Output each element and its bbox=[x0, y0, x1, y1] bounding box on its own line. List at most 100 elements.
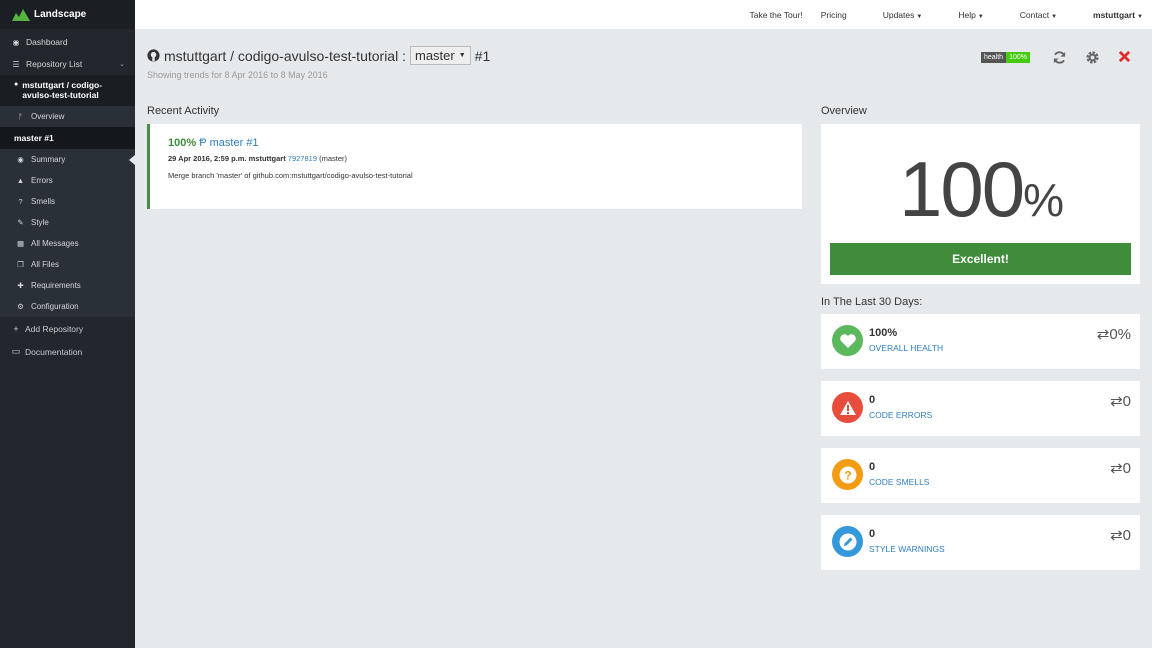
stat-delta: ⇄0% bbox=[1097, 325, 1131, 343]
nav-help[interactable]: Help ▼ bbox=[940, 10, 983, 20]
nav-help-label: Help bbox=[958, 9, 976, 20]
nav-updates-label: Updates bbox=[882, 9, 915, 20]
pencil-icon: ✎ bbox=[17, 218, 24, 227]
cogs-icon: ⚙ bbox=[17, 302, 24, 311]
activity-health: 100% bbox=[168, 137, 197, 149]
refresh-button[interactable] bbox=[1052, 50, 1067, 69]
sidebar-item-label: All Messages bbox=[31, 239, 79, 248]
sidebar-item-label: Errors bbox=[31, 176, 53, 185]
stat-label[interactable]: STYLE WARNINGS bbox=[869, 544, 945, 554]
sidebar-repo[interactable]: ● mstuttgart / codigo-avulso-test-tutori… bbox=[0, 75, 135, 106]
chevron-down-icon: ▼ bbox=[1137, 13, 1143, 20]
pencil-shape bbox=[839, 533, 856, 550]
stat-value: 0 bbox=[869, 461, 876, 473]
nav-pricing[interactable]: Pricing bbox=[821, 10, 847, 20]
branch-icon: ᚠ bbox=[18, 112, 23, 121]
chevron-down-icon: ⌄ bbox=[119, 61, 125, 68]
sidebar-repo-name: mstuttgart / codigo-avulso-test-tutorial bbox=[22, 80, 103, 100]
sidebar-item-label: Overview bbox=[31, 112, 65, 121]
sidebar-item-master[interactable]: master #1 bbox=[0, 127, 135, 149]
sidebar: Landscape ◉ Dashboard ☰ Repository List ⌄… bbox=[0, 0, 135, 648]
table-icon: ▦ bbox=[16, 239, 25, 248]
health-badge[interactable]: health 100% bbox=[981, 52, 1030, 63]
sidebar-item-documentation[interactable]: ▭ Documentation bbox=[0, 340, 135, 363]
sidebar-item-overview[interactable]: ᚠ Overview bbox=[0, 106, 135, 127]
nav-updates[interactable]: Updates ▼ bbox=[865, 10, 923, 20]
stat-delta-value: 0 bbox=[1122, 393, 1131, 410]
pencil-icon bbox=[832, 526, 863, 557]
nav-contact[interactable]: Contact ▼ bbox=[1002, 10, 1057, 20]
stat-delta-value: 0% bbox=[1109, 326, 1131, 343]
sidebar-item-errors[interactable]: ▲ Errors bbox=[0, 170, 135, 191]
activity-item: 100% Ᵽ master #1 29 Apr 2016, 2:59 p.m. … bbox=[147, 124, 802, 209]
nav-user-label: mstuttgart bbox=[1093, 9, 1136, 20]
files-icon: ❐ bbox=[17, 260, 24, 269]
activity-date: 29 Apr 2016, 2:59 p.m. bbox=[168, 154, 247, 163]
refresh-icon bbox=[1053, 51, 1066, 64]
sidebar-item-requirements[interactable]: ✚ Requirements bbox=[0, 275, 135, 296]
sidebar-item-label: Configuration bbox=[31, 302, 79, 311]
stat-label[interactable]: OVERALL HEALTH bbox=[869, 343, 943, 353]
stat-delta-value: 0 bbox=[1122, 527, 1131, 544]
stat-code-smells: ? 0 CODE SMELLS ⇄0 bbox=[821, 448, 1140, 503]
activity-branch-link[interactable]: Ᵽ master #1 bbox=[199, 137, 258, 149]
stat-delta-value: 0 bbox=[1122, 460, 1131, 477]
sidebar-item-dashboard[interactable]: ◉ Dashboard bbox=[0, 31, 135, 53]
question-shape: ? bbox=[839, 466, 856, 483]
chevron-down-icon: ▼ bbox=[916, 13, 923, 20]
nav-user-menu[interactable]: mstuttgart ▼ bbox=[1075, 10, 1143, 20]
stat-delta: ⇄0 bbox=[1110, 526, 1131, 544]
overview-score-value: 100 bbox=[898, 145, 1025, 233]
activity-meta: 29 Apr 2016, 2:59 p.m. mstuttgart 792781… bbox=[168, 154, 784, 163]
activity-author: mstuttgart bbox=[248, 154, 286, 163]
activity-branch-label: master #1 bbox=[209, 137, 259, 149]
nav-take-tour[interactable]: Take the Tour! bbox=[749, 10, 802, 20]
sidebar-item-label: Style bbox=[31, 218, 49, 227]
sidebar-item-repository-list[interactable]: ☰ Repository List ⌄ bbox=[0, 53, 135, 75]
sidebar-item-style[interactable]: ✎ Style bbox=[0, 212, 135, 233]
warning-icon bbox=[832, 392, 863, 423]
sidebar-master-label: master #1 bbox=[14, 133, 54, 143]
stat-overall-health: 100% OVERALL HEALTH ⇄0% bbox=[821, 314, 1140, 369]
sidebar-item-configuration[interactable]: ⚙ Configuration bbox=[0, 296, 135, 317]
sidebar-item-all-messages[interactable]: ▦ All Messages bbox=[0, 233, 135, 254]
stat-value: 100% bbox=[869, 327, 898, 339]
sidebar-item-label: Add Repository bbox=[25, 323, 84, 334]
sidebar-item-label: Dashboard bbox=[26, 37, 68, 47]
overview-card: 100% Excellent! bbox=[821, 124, 1140, 284]
commit-message: Merge branch 'master' of github.com:mstu… bbox=[168, 171, 413, 180]
stat-style-warnings: 0 STYLE WARNINGS ⇄0 bbox=[821, 515, 1140, 570]
branch-dropdown[interactable]: master ▼ bbox=[410, 46, 471, 65]
top-nav: Take the Tour! Pricing Updates ▼ Help ▼ Co… bbox=[135, 0, 1152, 29]
stat-label[interactable]: CODE ERRORS bbox=[869, 410, 932, 420]
commit-sha-link[interactable]: 7927819 bbox=[288, 154, 317, 163]
delete-button[interactable] bbox=[1118, 50, 1131, 67]
sidebar-item-label: Requirements bbox=[31, 281, 81, 290]
sidebar-item-add-repository[interactable]: + Add Repository bbox=[0, 317, 135, 340]
brand[interactable]: Landscape bbox=[0, 0, 135, 29]
pin-icon: ✚ bbox=[17, 281, 24, 290]
page-header: mstuttgart / codigo-avulso-test-tutorial… bbox=[147, 46, 490, 80]
settings-button[interactable] bbox=[1085, 50, 1100, 69]
overview-score-symbol: % bbox=[1023, 174, 1064, 226]
swap-icon: ⇄ bbox=[1110, 460, 1123, 477]
folder-icon: ▭ bbox=[11, 346, 21, 356]
sidebar-item-summary[interactable]: ◉ Summary bbox=[0, 149, 135, 170]
sidebar-item-label: Smells bbox=[31, 197, 56, 206]
repo-title: mstuttgart / codigo-avulso-test-tutorial… bbox=[164, 47, 406, 64]
swap-icon: ⇄ bbox=[1110, 527, 1123, 544]
github-icon bbox=[147, 49, 160, 62]
question-icon: ? bbox=[18, 197, 23, 206]
swap-icon: ⇄ bbox=[1110, 393, 1123, 410]
sidebar-item-all-files[interactable]: ❐ All Files bbox=[0, 254, 135, 275]
stat-code-errors: 0 CODE ERRORS ⇄0 bbox=[821, 381, 1140, 436]
sidebar-item-label: All Files bbox=[31, 260, 60, 269]
eye-icon: ◉ bbox=[17, 155, 24, 164]
stat-label[interactable]: CODE SMELLS bbox=[869, 477, 929, 487]
warning-shape bbox=[839, 400, 856, 415]
last30-title: In The Last 30 Days: bbox=[821, 296, 923, 308]
landscape-logo-icon bbox=[12, 8, 30, 21]
stat-delta: ⇄0 bbox=[1110, 392, 1131, 410]
list-icon: ☰ bbox=[12, 59, 20, 69]
sidebar-item-smells[interactable]: ? Smells bbox=[0, 191, 135, 212]
